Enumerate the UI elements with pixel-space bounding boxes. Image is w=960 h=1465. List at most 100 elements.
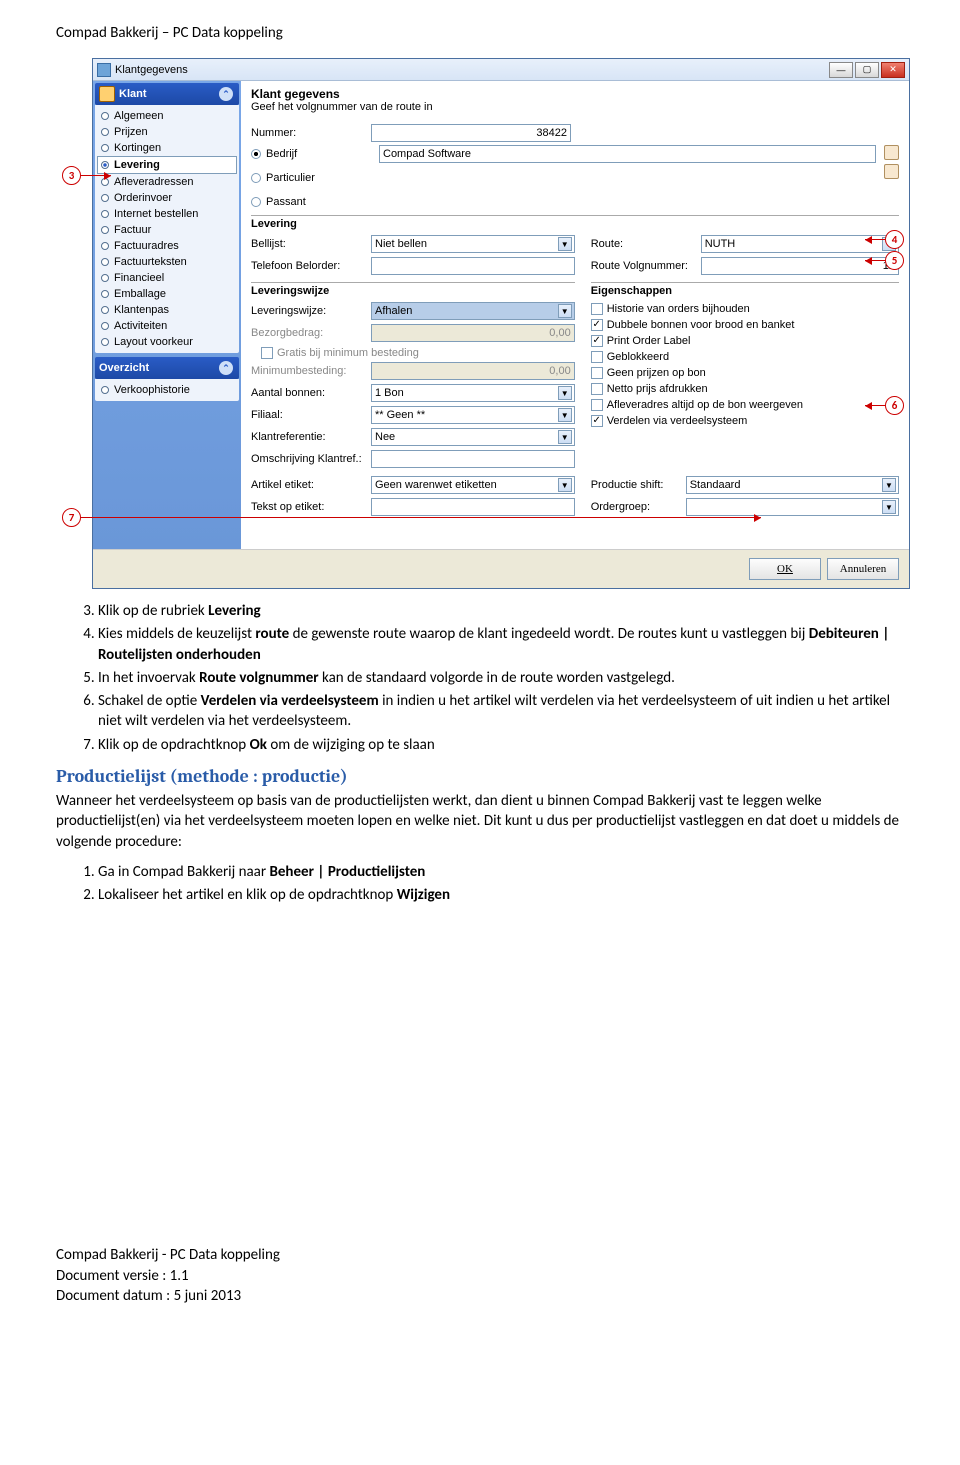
sidebar-item-emballage[interactable]: Emballage — [97, 286, 237, 302]
sidebar-group2-title: Overzicht — [99, 362, 149, 374]
callout-6-line — [865, 405, 885, 406]
sidebar-item-activiteiten[interactable]: Activiteiten — [97, 318, 237, 334]
leveringswijze-section-label: Leveringswijze — [251, 282, 575, 297]
chevron-down-icon: ▼ — [882, 478, 896, 492]
sidebar-item-factuurteksten[interactable]: Factuurteksten — [97, 254, 237, 270]
bellijst-select[interactable]: Niet bellen▼ — [371, 235, 575, 253]
aantal-bonnen-label: Aantal bonnen: — [251, 387, 371, 399]
doc-header: Compad Bakkerij – PC Data koppeling — [56, 24, 904, 42]
omschrijving-label: Omschrijving Klantref.: — [251, 453, 371, 465]
window-title: Klantgegevens — [115, 64, 829, 76]
step-3: Klik op de rubriek Levering — [98, 601, 904, 621]
chk-geblokkeerd[interactable]: Geblokkeerd — [591, 349, 899, 365]
sidebar-item-afleveradressen[interactable]: Afleveradressen — [97, 174, 237, 190]
chk-dubbele[interactable]: Dubbele bonnen voor brood en banket — [591, 317, 899, 333]
sidebar-item-factuuradres[interactable]: Factuuradres — [97, 238, 237, 254]
chevron-down-icon: ▼ — [558, 304, 572, 318]
eigenschappen-section-label: Eigenschappen — [591, 282, 899, 297]
step-4: Kies middels de keuzelijst route de gewe… — [98, 624, 904, 665]
instruction-text: Klik op de rubriek Levering Kies middels… — [56, 601, 904, 905]
chk-afleveradres[interactable]: Afleveradres altijd op de bon weergeven — [591, 397, 899, 413]
callout-3-line — [81, 175, 111, 176]
levering-section-label: Levering — [251, 215, 899, 230]
screenshot-container: 3 4 5 6 7 Klantgegevens — ▢ ✕ Klant — [56, 58, 904, 589]
minimumbesteding-input: 0,00 — [371, 362, 575, 380]
sidebar-item-klantenpas[interactable]: Klantenpas — [97, 302, 237, 318]
minimize-button[interactable]: — — [829, 62, 853, 78]
productie-shift-select[interactable]: Standaard▼ — [686, 476, 899, 494]
ordergroep-label: Ordergroep: — [591, 501, 686, 513]
bellijst-label: Bellijst: — [251, 238, 371, 250]
callout-4: 4 — [885, 230, 904, 249]
chevron-up-icon: ⌃ — [219, 361, 233, 375]
main-panel: Klant gegevens Geef het volgnummer van d… — [241, 81, 909, 549]
chevron-up-icon: ⌃ — [219, 87, 233, 101]
sidebar-item-internet-bestellen[interactable]: Internet bestellen — [97, 206, 237, 222]
aantal-bonnen-select[interactable]: 1 Bon▼ — [371, 384, 575, 402]
callout-3: 3 — [62, 166, 81, 185]
callout-4-line — [865, 239, 885, 240]
nummer-input[interactable]: 38422 — [371, 124, 571, 142]
lookup-icon[interactable] — [884, 145, 899, 160]
klantgegevens-window: Klantgegevens — ▢ ✕ Klant ⌃ Algemeen — [92, 58, 910, 589]
close-button[interactable]: ✕ — [881, 62, 905, 78]
sidebar-item-kortingen[interactable]: Kortingen — [97, 140, 237, 156]
artikel-etiket-select[interactable]: Geen warenwet etiketten▼ — [371, 476, 575, 494]
sidebar-item-layout-voorkeur[interactable]: Layout voorkeur — [97, 334, 237, 350]
type-particulier-radio[interactable]: Particulier — [251, 169, 371, 187]
chk-print[interactable]: Print Order Label — [591, 333, 899, 349]
productie-shift-label: Productie shift: — [591, 479, 686, 491]
chevron-down-icon: ▼ — [558, 237, 572, 251]
sidebar-item-algemeen[interactable]: Algemeen — [97, 108, 237, 124]
callout-7-line — [81, 517, 761, 518]
minimumbesteding-label: Minimumbesteding: — [251, 365, 371, 377]
annuleren-button[interactable]: Annuleren — [827, 558, 899, 580]
sidebar-item-prijzen[interactable]: Prijzen — [97, 124, 237, 140]
maximize-button[interactable]: ▢ — [855, 62, 879, 78]
leveringswijze-select[interactable]: Afhalen▼ — [371, 302, 575, 320]
step2-2: Lokaliseer het artikel en klik op de opd… — [98, 885, 904, 905]
callout-5: 5 — [885, 251, 904, 270]
app-icon — [97, 63, 111, 77]
callout-6: 6 — [885, 396, 904, 415]
telefoon-input[interactable] — [371, 257, 575, 275]
filiaal-select[interactable]: ** Geen **▼ — [371, 406, 575, 424]
sidebar-item-levering[interactable]: Levering — [97, 156, 237, 174]
ordergroep-select[interactable]: ▼ — [686, 498, 899, 516]
link-icon[interactable] — [884, 164, 899, 179]
chk-netto[interactable]: Netto prijs afdrukken — [591, 381, 899, 397]
sidebar-item-financieel[interactable]: Financieel — [97, 270, 237, 286]
sidebar-header-overzicht[interactable]: Overzicht ⌃ — [95, 357, 239, 379]
titlebar[interactable]: Klantgegevens — ▢ ✕ — [93, 59, 909, 81]
step-7: Klik op de opdrachtknop Ok om de wijzigi… — [98, 735, 904, 755]
nummer-label: Nummer: — [251, 127, 371, 139]
telefoon-label: Telefoon Belorder: — [251, 260, 371, 272]
omschrijving-input[interactable] — [371, 450, 575, 468]
sidebar-group1-title: Klant — [119, 88, 147, 100]
sidebar-item-verkoophistorie[interactable]: Verkoophistorie — [97, 382, 237, 398]
callout-5-line — [865, 260, 885, 261]
chk-geenprijzen[interactable]: Geen prijzen op bon — [591, 365, 899, 381]
bedrijf-input[interactable]: Compad Software — [379, 145, 876, 163]
panel-subtitle: Geef het volgnummer van de route in — [251, 101, 899, 113]
chk-verdelen[interactable]: Verdelen via verdeelsysteem — [591, 413, 899, 429]
leveringswijze-label: Leveringswijze: — [251, 305, 371, 317]
gratis-min-besteding-checkbox: Gratis bij minimum besteding — [261, 345, 575, 361]
klantreferentie-select[interactable]: Nee▼ — [371, 428, 575, 446]
tekst-etiket-input[interactable] — [371, 498, 575, 516]
filiaal-label: Filiaal: — [251, 409, 371, 421]
type-passant-radio[interactable]: Passant — [251, 193, 371, 211]
chk-historie[interactable]: Historie van orders bijhouden — [591, 301, 899, 317]
section-title-productielijst: Productielijst (methode : productie) — [56, 765, 904, 789]
route-label: Route: — [591, 238, 701, 250]
sidebar-item-orderinvoer[interactable]: Orderinvoer — [97, 190, 237, 206]
type-bedrijf-radio[interactable]: Bedrijf — [251, 145, 371, 163]
dialog-footer: OK Annuleren — [93, 549, 909, 588]
callout-7: 7 — [62, 508, 81, 527]
sidebar-item-factuur[interactable]: Factuur — [97, 222, 237, 238]
bezorgbedrag-input: 0,00 — [371, 324, 575, 342]
chevron-down-icon: ▼ — [558, 386, 572, 400]
klant-icon — [99, 86, 115, 102]
sidebar-header-klant[interactable]: Klant ⌃ — [95, 83, 239, 105]
ok-button[interactable]: OK — [749, 558, 821, 580]
